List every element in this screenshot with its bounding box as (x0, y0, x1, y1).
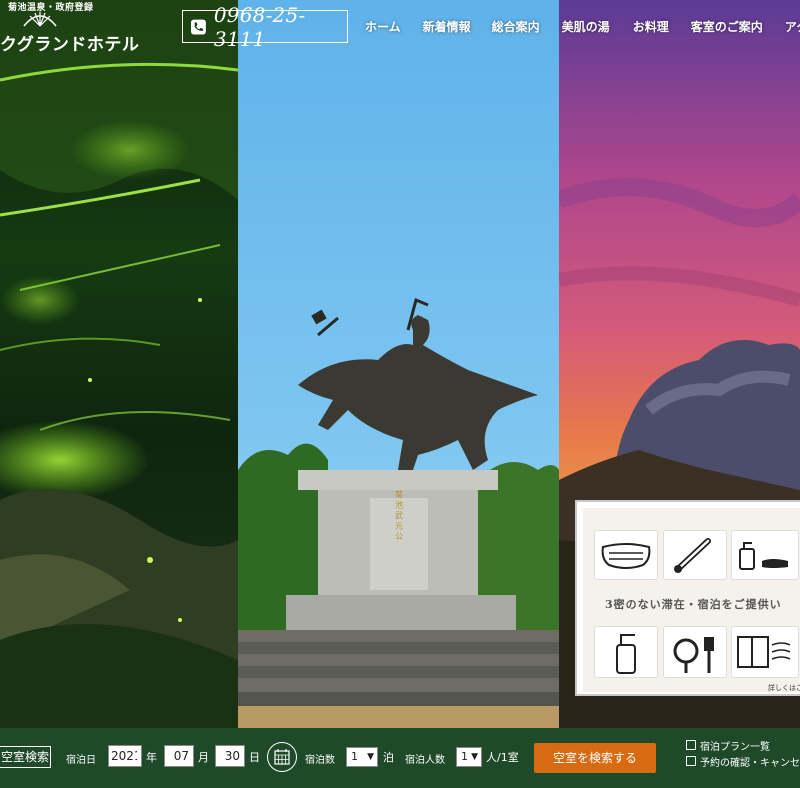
nav-cuisine[interactable]: お料理 (633, 18, 669, 35)
month-unit: 月 (198, 751, 209, 764)
hotel-logo[interactable]: 菊池温泉・政府登録 クグランドホテル (0, 0, 170, 56)
hero-image-fireflies (0, 0, 238, 728)
vacancy-search-bar: 空室検索 宿泊日 年 月 日 宿泊数 1 ▼ 泊 宿泊人数 1 ▼ 人/1室 空… (0, 728, 800, 788)
nav-rooms[interactable]: 客室のご案内 (691, 18, 763, 35)
year-unit: 年 (146, 751, 157, 764)
nav-news[interactable]: 新着情報 (423, 18, 471, 35)
month-input[interactable] (164, 745, 194, 767)
checkin-label: 宿泊日 (66, 755, 96, 766)
mask-icon (594, 530, 658, 580)
reservation-check-link[interactable]: 予約の確認・キャンセル (686, 756, 800, 772)
chevron-down-icon: ▼ (471, 752, 478, 762)
nights-unit: 泊 (383, 751, 394, 764)
sanitizer-icon (731, 530, 799, 580)
nights-select[interactable]: 1 ▼ (346, 747, 378, 767)
fan-logo-icon (23, 12, 57, 27)
day-input[interactable] (215, 745, 245, 767)
guests-label: 宿泊人数 (405, 755, 445, 766)
nights-label: 宿泊数 (305, 755, 335, 766)
square-icon (686, 740, 696, 750)
calendar-icon (274, 749, 290, 765)
nav-home[interactable]: ホーム (365, 18, 401, 35)
plan-list-link[interactable]: 宿泊プラン一覧 (686, 740, 800, 756)
thermometer-icon (663, 530, 727, 580)
notice-inner: 3密のない滞在・宿泊をご提供い 詳しくはこち (583, 508, 800, 692)
year-input[interactable] (108, 745, 142, 767)
chevron-down-icon: ▼ (367, 752, 374, 762)
vacancy-search-title: 空室検索 (0, 746, 51, 768)
nav-hot-spring[interactable]: 美肌の湯 (562, 18, 610, 35)
notice-more-link[interactable]: 詳しくはこち (768, 683, 800, 693)
booking-links: 宿泊プラン一覧 予約の確認・キャンセル (686, 740, 800, 772)
covid-notice-banner[interactable]: 3密のない滞在・宿泊をご提供い 詳しくはこち (575, 500, 800, 696)
guests-select[interactable]: 1 ▼ (456, 747, 482, 767)
calendar-button[interactable] (267, 742, 297, 772)
square-icon (686, 756, 696, 766)
cookware-icon (663, 626, 727, 678)
hero-image-statue: 菊 池 武 光 公 (238, 0, 559, 728)
main-nav: ホーム 新着情報 総合案内 美肌の湯 お料理 客室のご案内 アク- (365, 18, 800, 35)
notice-message: 3密のない滞在・宿泊をご提供い (605, 598, 782, 611)
spray-bottle-icon (594, 626, 658, 678)
guests-unit: 人/1室 (486, 751, 519, 764)
monument-inscription: 菊 池 武 光 公 (395, 489, 404, 540)
day-unit: 日 (249, 751, 260, 764)
logo-name: クグランドホテル (0, 35, 140, 55)
phone-icon (191, 19, 206, 34)
ventilation-icon (731, 626, 799, 678)
phone-number[interactable]: 0968-25-3111 (182, 3, 348, 51)
nav-guide[interactable]: 総合案内 (492, 18, 540, 35)
nav-access[interactable]: アク- (785, 18, 800, 35)
search-vacancy-button[interactable]: 空室を検索する (534, 743, 656, 773)
